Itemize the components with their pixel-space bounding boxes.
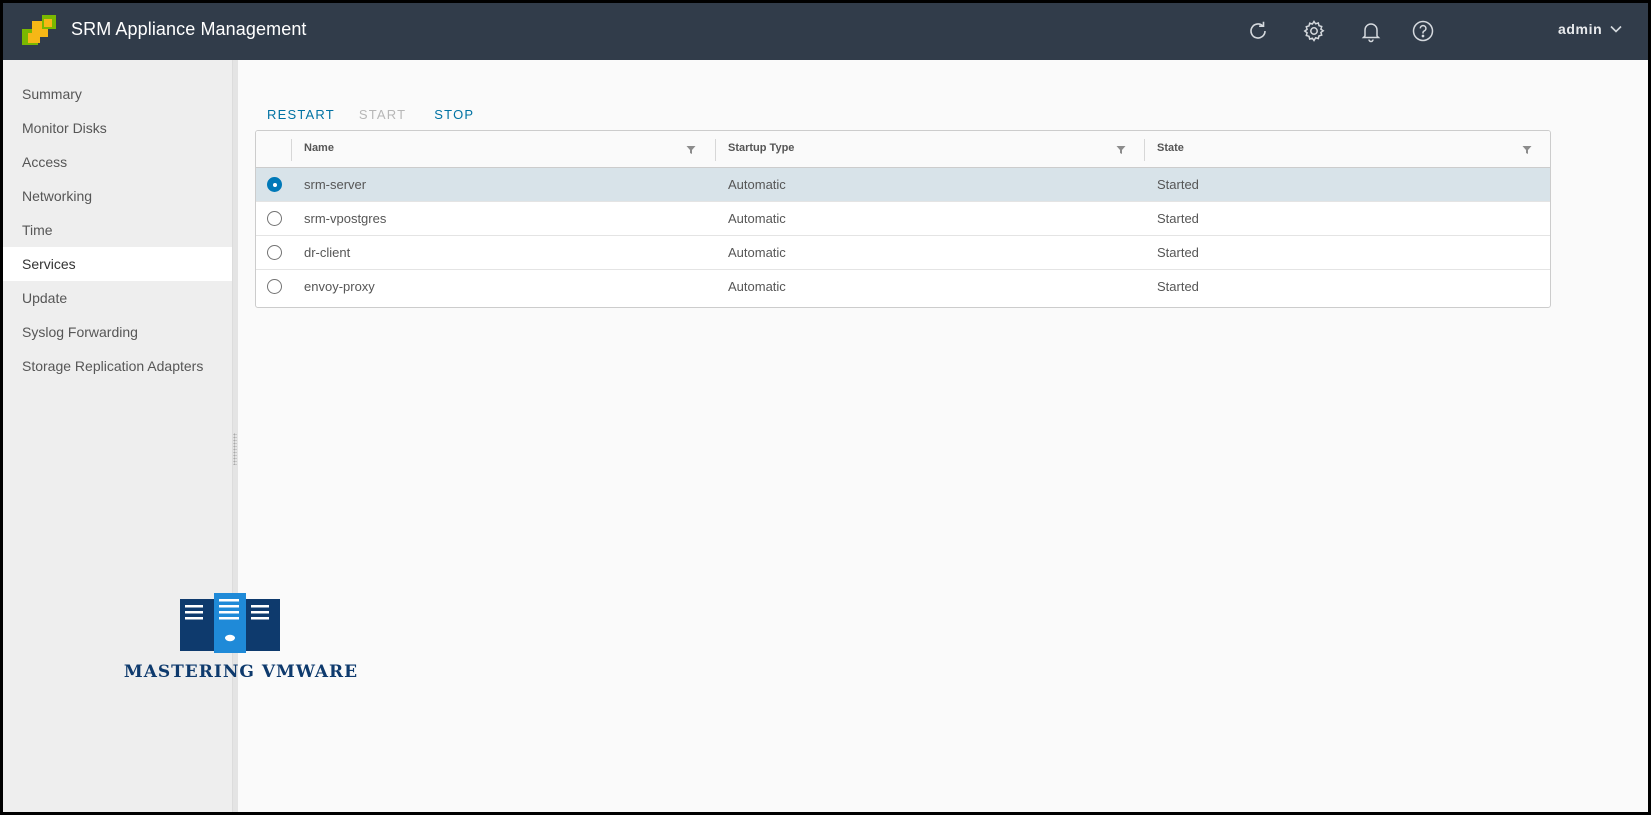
refresh-icon[interactable] bbox=[1244, 17, 1272, 45]
cell-name: dr-client bbox=[304, 245, 351, 260]
resize-grip-icon[interactable] bbox=[233, 433, 237, 465]
table-row[interactable]: srm-server Automatic Started bbox=[256, 168, 1550, 202]
column-header-name[interactable]: Name bbox=[304, 142, 334, 154]
filter-icon[interactable] bbox=[1522, 145, 1532, 155]
row-select-radio[interactable] bbox=[267, 279, 282, 294]
table-row[interactable]: srm-vpostgres Automatic Started bbox=[256, 202, 1550, 236]
sidebar-item-syslog-forwarding[interactable]: Syslog Forwarding bbox=[3, 315, 232, 349]
user-menu[interactable]: admin bbox=[1558, 21, 1622, 37]
row-select-radio[interactable] bbox=[267, 177, 282, 192]
sidebar-item-access[interactable]: Access bbox=[3, 145, 232, 179]
app-window: SRM Appliance Management admin Summary M… bbox=[3, 3, 1648, 812]
grid-header: Name Startup Type State bbox=[256, 131, 1550, 168]
column-header-startup-type[interactable]: Startup Type bbox=[728, 142, 794, 154]
sidebar-item-summary[interactable]: Summary bbox=[3, 77, 232, 111]
sidebar-item-services[interactable]: Services bbox=[3, 247, 232, 281]
settings-icon[interactable] bbox=[1300, 17, 1328, 45]
help-icon[interactable] bbox=[1409, 17, 1437, 45]
vmware-logo-icon bbox=[22, 15, 56, 45]
filter-icon[interactable] bbox=[1116, 145, 1126, 155]
app-title: SRM Appliance Management bbox=[71, 19, 307, 39]
cell-startup-type: Automatic bbox=[728, 211, 786, 226]
column-separator bbox=[291, 139, 292, 161]
cell-name: srm-vpostgres bbox=[304, 211, 387, 226]
server-rack-icon bbox=[180, 593, 280, 653]
column-separator[interactable] bbox=[1144, 139, 1145, 161]
column-header-state[interactable]: State bbox=[1157, 142, 1184, 154]
sidebar-item-monitor-disks[interactable]: Monitor Disks bbox=[3, 111, 232, 145]
cell-name: srm-server bbox=[304, 177, 367, 192]
sidebar-item-networking[interactable]: Networking bbox=[3, 179, 232, 213]
bell-icon[interactable] bbox=[1357, 17, 1385, 45]
sidebar-item-time[interactable]: Time bbox=[3, 213, 232, 247]
sidebar-nav: Summary Monitor Disks Access Networking … bbox=[3, 60, 232, 812]
chevron-down-icon bbox=[1610, 25, 1622, 33]
cell-state: Started bbox=[1157, 279, 1199, 294]
table-row[interactable]: envoy-proxy Automatic Started bbox=[256, 270, 1550, 304]
cell-state: Started bbox=[1157, 211, 1199, 226]
watermark-text: MASTERING VMWARE bbox=[123, 662, 359, 682]
watermark-logo: MASTERING VMWARE bbox=[106, 593, 376, 685]
restart-button[interactable]: RESTART bbox=[267, 107, 335, 127]
column-separator[interactable] bbox=[715, 139, 716, 161]
cell-startup-type: Automatic bbox=[728, 279, 786, 294]
cell-startup-type: Automatic bbox=[728, 177, 786, 192]
services-toolbar: RESTART START STOP bbox=[267, 107, 474, 127]
services-grid: Name Startup Type State srm-server Autom… bbox=[255, 130, 1551, 308]
stop-button[interactable]: STOP bbox=[434, 107, 474, 127]
row-select-radio[interactable] bbox=[267, 211, 282, 226]
header-bar: SRM Appliance Management admin bbox=[3, 3, 1648, 60]
sidebar-item-update[interactable]: Update bbox=[3, 281, 232, 315]
cell-state: Started bbox=[1157, 177, 1199, 192]
start-button[interactable]: START bbox=[359, 107, 406, 127]
cell-name: envoy-proxy bbox=[304, 279, 375, 294]
user-name: admin bbox=[1558, 21, 1603, 37]
sidebar-item-storage-replication-adapters[interactable]: Storage Replication Adapters bbox=[3, 349, 232, 383]
cell-state: Started bbox=[1157, 245, 1199, 260]
table-row[interactable]: dr-client Automatic Started bbox=[256, 236, 1550, 270]
cell-startup-type: Automatic bbox=[728, 245, 786, 260]
filter-icon[interactable] bbox=[686, 145, 696, 155]
row-select-radio[interactable] bbox=[267, 245, 282, 260]
